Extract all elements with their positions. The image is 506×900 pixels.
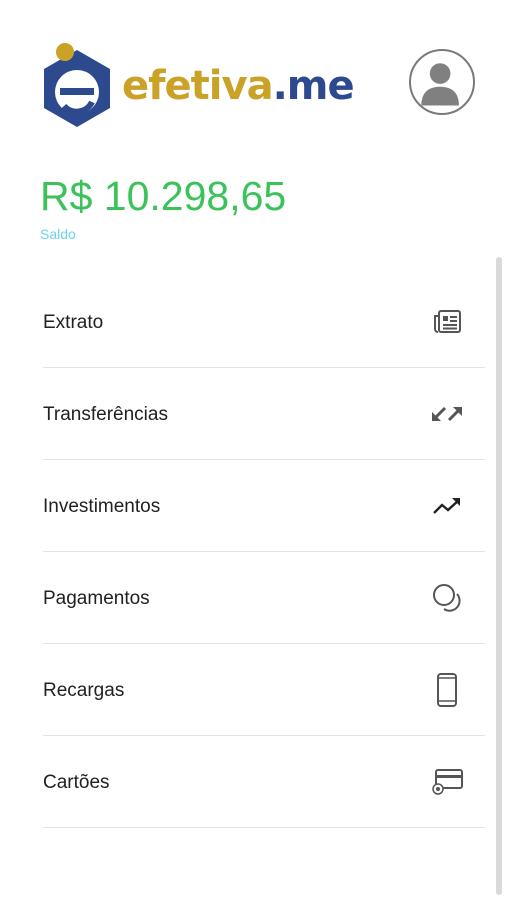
app-header: efetiva.me bbox=[0, 0, 506, 160]
menu-item-label: Investimentos bbox=[43, 495, 161, 517]
balance-amount: R$ 10.298,65 bbox=[40, 173, 287, 219]
trending-up-icon bbox=[427, 490, 467, 522]
phone-icon bbox=[427, 672, 467, 707]
logo-mark-icon bbox=[44, 43, 110, 127]
main-menu: Extrato Transferências Investimentos Pag… bbox=[43, 276, 485, 828]
menu-item-label: Pagamentos bbox=[43, 587, 150, 609]
brand-name-primary: efetiva bbox=[122, 63, 274, 109]
menu-item-transferencias[interactable]: Transferências bbox=[43, 368, 485, 460]
balance-label: Saldo bbox=[40, 226, 76, 242]
brand-name-secondary: .me bbox=[272, 63, 355, 109]
menu-item-pagamentos[interactable]: Pagamentos bbox=[43, 552, 485, 644]
menu-item-label: Cartões bbox=[43, 771, 110, 793]
credit-card-icon bbox=[427, 766, 467, 798]
menu-item-extrato[interactable]: Extrato bbox=[43, 276, 485, 368]
newspaper-icon bbox=[427, 306, 467, 338]
menu-item-recargas[interactable]: Recargas bbox=[43, 644, 485, 736]
user-avatar-icon bbox=[421, 63, 459, 106]
brand-wordmark: efetiva.me bbox=[122, 62, 355, 110]
brand-logo: efetiva.me bbox=[40, 42, 380, 132]
coins-icon bbox=[427, 582, 467, 614]
menu-item-label: Recargas bbox=[43, 679, 125, 701]
transfer-arrows-icon bbox=[427, 398, 467, 430]
balance-section: R$ 10.298,65 Saldo bbox=[40, 172, 286, 242]
user-avatar-button[interactable] bbox=[409, 49, 475, 115]
menu-item-label: Transferências bbox=[43, 403, 168, 425]
menu-item-label: Extrato bbox=[43, 311, 104, 333]
menu-item-investimentos[interactable]: Investimentos bbox=[43, 460, 485, 552]
menu-item-cartoes[interactable]: Cartões bbox=[43, 736, 485, 828]
scrollbar[interactable] bbox=[496, 257, 502, 895]
